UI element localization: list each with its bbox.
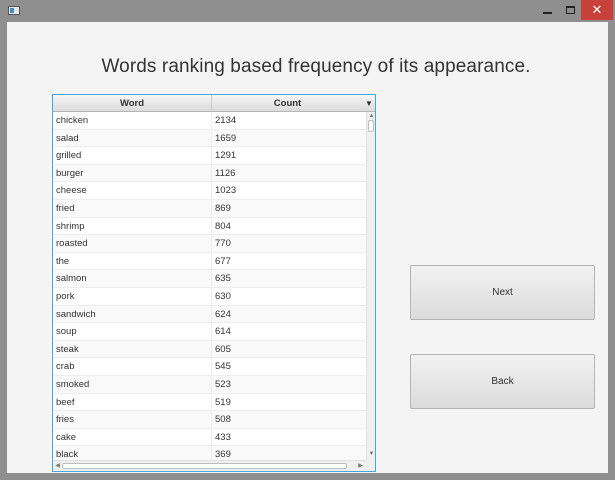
maximize-button[interactable] <box>559 0 581 20</box>
cell-word: grilled <box>53 147 212 165</box>
cell-word: fries <box>53 411 212 429</box>
cell-count: 433 <box>215 431 231 443</box>
table-row[interactable]: burger 1126 <box>53 164 366 183</box>
minimize-button[interactable] <box>535 0 559 20</box>
cell-count: 1659 <box>215 132 237 144</box>
cell-count: 523 <box>215 378 231 390</box>
table-row[interactable]: roasted 770 <box>53 235 366 253</box>
cell-word: burger <box>53 164 212 182</box>
cell-count: 630 <box>215 290 231 302</box>
cell-count: 869 <box>215 202 231 214</box>
cell-word: crab <box>53 358 212 376</box>
table-row[interactable]: steak 605 <box>53 340 366 359</box>
table-row[interactable]: cheese 1023 <box>53 182 366 200</box>
table-body: chicken 2134 salad 1659 grilled 1291 burger 112… <box>53 112 366 460</box>
cell-count: 1126 <box>215 167 236 179</box>
cell-count: 1023 <box>215 185 237 197</box>
cell-word: salmon <box>53 270 212 288</box>
word-frequency-table[interactable]: Word Count ▼ chicken 2134 salad 1659 grilled… <box>52 94 376 472</box>
cell-count: 545 <box>215 361 231 373</box>
table-row[interactable]: salad 1659 <box>53 129 366 148</box>
cell-count: 519 <box>215 396 231 408</box>
page-title: Words ranking based frequency of its app… <box>101 56 531 77</box>
app-window: ✕ Words ranking based frequency of its a… <box>0 0 615 480</box>
table-row[interactable]: shrimp 804 <box>53 217 366 236</box>
close-icon: ✕ <box>591 2 603 17</box>
vertical-scrollbar[interactable]: ▲ ▼ <box>366 112 375 460</box>
maximize-icon <box>565 6 575 14</box>
horizontal-scroll-thumb[interactable] <box>62 463 347 469</box>
cell-count: 1291 <box>215 150 237 162</box>
title-bar[interactable]: ✕ <box>0 0 615 22</box>
table-row[interactable]: cake 433 <box>53 428 366 447</box>
table-row[interactable]: grilled 1291 <box>53 147 366 165</box>
cell-count: 508 <box>215 414 231 426</box>
cell-word: sandwich <box>53 305 212 323</box>
column-menu-icon[interactable]: ▼ <box>363 95 375 111</box>
cell-word: soup <box>53 323 212 341</box>
content-area: Words ranking based frequency of its app… <box>7 22 608 473</box>
table-row[interactable]: smoked 523 <box>53 375 366 394</box>
cell-word: cake <box>53 428 212 446</box>
app-icon <box>8 6 20 15</box>
table-row[interactable]: fried 869 <box>53 199 366 218</box>
table-row[interactable]: beef 519 <box>53 393 366 412</box>
scroll-up-icon[interactable]: ▲ <box>367 112 375 120</box>
scroll-left-icon[interactable]: ◀ <box>53 461 62 471</box>
cell-word: smoked <box>53 375 212 393</box>
table-row[interactable]: salmon 635 <box>53 270 366 288</box>
table-row[interactable]: the 677 <box>53 252 366 271</box>
cell-count: 770 <box>215 238 231 250</box>
column-header-count[interactable]: Count <box>212 95 363 111</box>
horizontal-scrollbar[interactable]: ◀ ▶ <box>53 460 366 471</box>
next-button[interactable]: Next <box>410 265 595 320</box>
table-row[interactable]: fries 508 <box>53 411 366 429</box>
cell-word: beef <box>53 393 212 411</box>
cell-count: 2134 <box>215 115 237 126</box>
cell-word: black <box>53 446 212 460</box>
cell-word: pork <box>53 287 212 305</box>
column-header-word[interactable]: Word <box>53 95 212 111</box>
cell-count: 677 <box>215 255 231 267</box>
minimize-icon <box>542 12 552 14</box>
table-row[interactable]: black 369 <box>53 446 366 460</box>
table-row[interactable]: chicken 2134 <box>53 112 366 130</box>
table-row[interactable]: sandwich 624 <box>53 305 366 324</box>
vertical-scroll-thumb[interactable] <box>368 120 374 132</box>
cell-word: cheese <box>53 182 212 200</box>
cell-word: salad <box>53 129 212 147</box>
cell-count: 804 <box>215 220 231 232</box>
scroll-down-icon[interactable]: ▼ <box>367 450 375 458</box>
cell-word: the <box>53 252 212 270</box>
table-row[interactable]: soup 614 <box>53 323 366 341</box>
table-row[interactable]: pork 630 <box>53 287 366 306</box>
cell-word: steak <box>53 340 212 358</box>
table-row[interactable]: crab 545 <box>53 358 366 376</box>
close-button[interactable]: ✕ <box>581 0 613 20</box>
cell-word: fried <box>53 199 212 217</box>
cell-count: 614 <box>215 326 231 338</box>
scroll-right-icon[interactable]: ▶ <box>356 461 365 471</box>
cell-count: 369 <box>215 449 231 460</box>
cell-count: 635 <box>215 273 231 285</box>
scrollbar-corner <box>366 460 375 471</box>
cell-word: roasted <box>53 235 212 253</box>
cell-word: chicken <box>53 112 212 129</box>
back-button[interactable]: Back <box>410 354 595 409</box>
cell-count: 605 <box>215 343 231 355</box>
cell-count: 624 <box>215 308 231 320</box>
table-header: Word Count ▼ <box>53 95 375 112</box>
cell-word: shrimp <box>53 217 212 235</box>
